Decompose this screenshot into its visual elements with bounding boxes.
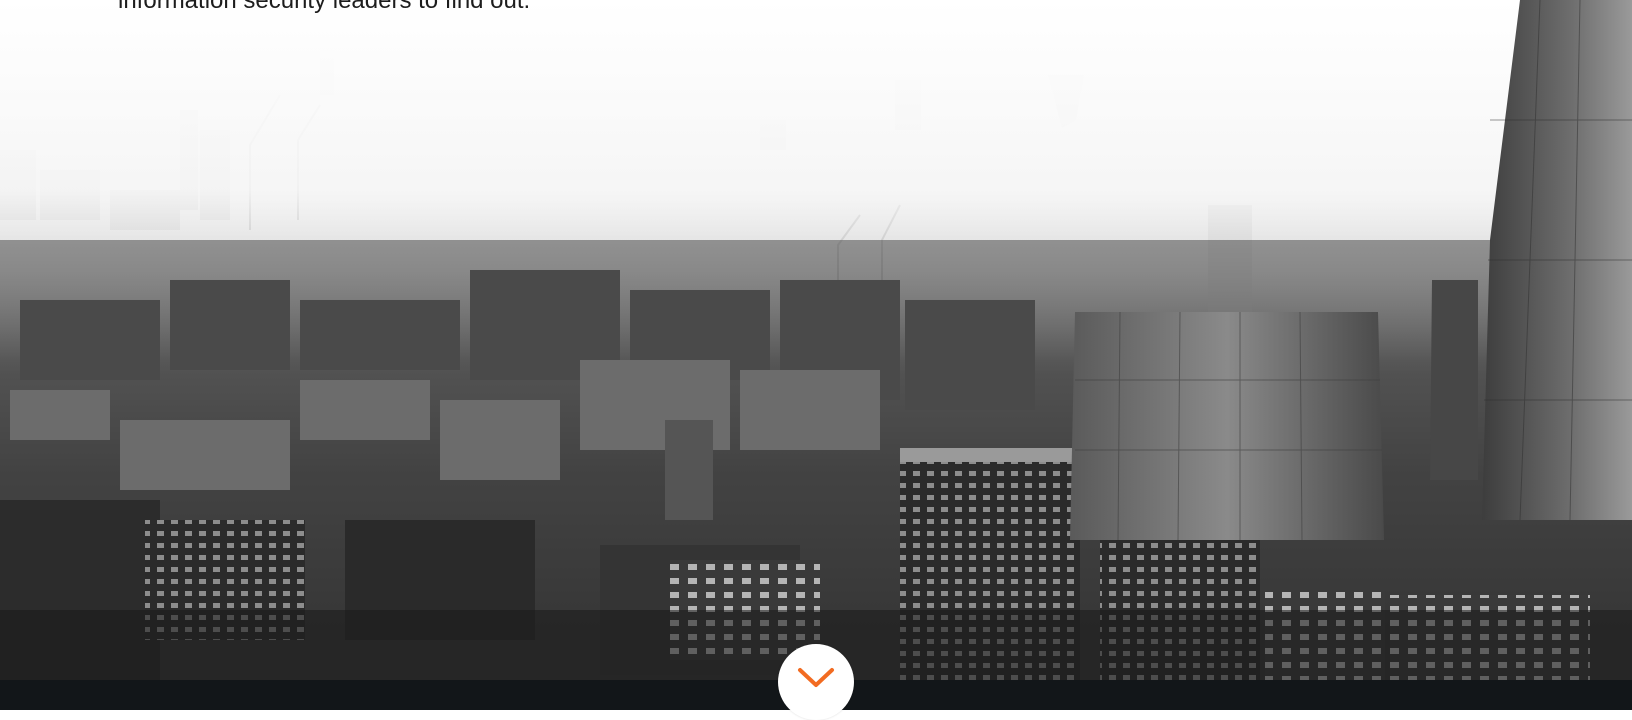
chevron-down-icon [798,668,834,687]
city-skyline-photo [0,0,1632,680]
scroll-down-button[interactable] [778,644,854,720]
hero-intro-text: information security leaders to find out… [118,0,531,14]
hero-section: information security leaders to find out… [0,0,1632,680]
